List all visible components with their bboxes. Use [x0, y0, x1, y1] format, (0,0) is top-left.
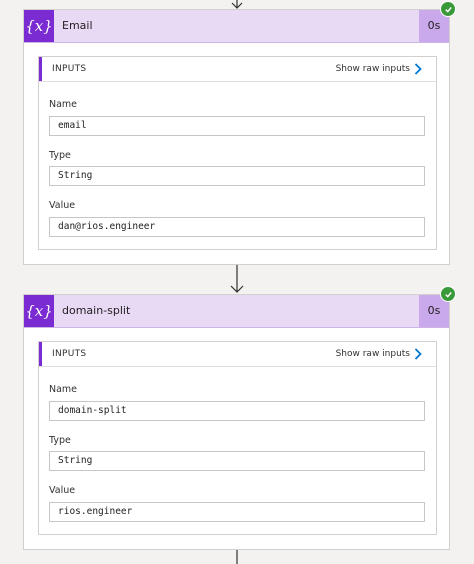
field-label-type: Type	[49, 435, 71, 446]
field-value-type: String	[49, 451, 425, 471]
flow-arrow-icon	[230, 265, 244, 293]
field-value-type: String	[49, 166, 425, 186]
action-header[interactable]: {x} Email 0s	[24, 1, 456, 43]
show-raw-inputs-link[interactable]: Show raw inputs	[336, 342, 422, 366]
field-value-value: rios.engineer	[49, 502, 425, 522]
action-title: domain-split	[62, 304, 131, 317]
action-card-domain-split[interactable]: {x} domain-split 0s INPUTS Show raw inpu…	[23, 286, 456, 550]
show-raw-inputs-link[interactable]: Show raw inputs	[336, 57, 422, 81]
field-label-value: Value	[49, 200, 76, 211]
flow-connector-line	[236, 550, 238, 564]
show-raw-inputs-label: Show raw inputs	[335, 64, 410, 74]
inputs-header: INPUTS Show raw inputs	[39, 342, 436, 367]
inputs-panel: INPUTS Show raw inputs Name email Type S…	[38, 56, 437, 250]
field-label-type: Type	[49, 150, 71, 161]
field-label-value: Value	[49, 485, 76, 496]
inputs-label: INPUTS	[52, 64, 87, 74]
field-label-name: Name	[49, 99, 78, 110]
action-card-email[interactable]: {x} Email 0s INPUTS Show raw inputs Name…	[23, 1, 456, 265]
field-value-name: email	[49, 116, 425, 136]
success-check-icon	[440, 286, 456, 302]
chevron-right-icon	[414, 63, 422, 75]
show-raw-inputs-label: Show raw inputs	[335, 349, 410, 359]
inputs-header: INPUTS Show raw inputs	[39, 57, 436, 82]
action-header[interactable]: {x} domain-split 0s	[24, 286, 456, 328]
variable-icon: {x}	[24, 295, 54, 327]
inputs-label: INPUTS	[52, 349, 87, 359]
field-value-name: domain-split	[49, 401, 425, 421]
field-value-value: dan@rios.engineer	[49, 217, 425, 237]
chevron-right-icon	[414, 348, 422, 360]
field-label-name: Name	[49, 384, 78, 395]
variable-icon: {x}	[24, 10, 54, 42]
action-title: Email	[62, 19, 93, 32]
success-check-icon	[440, 1, 456, 17]
inputs-panel: INPUTS Show raw inputs Name domain-split…	[38, 341, 437, 535]
